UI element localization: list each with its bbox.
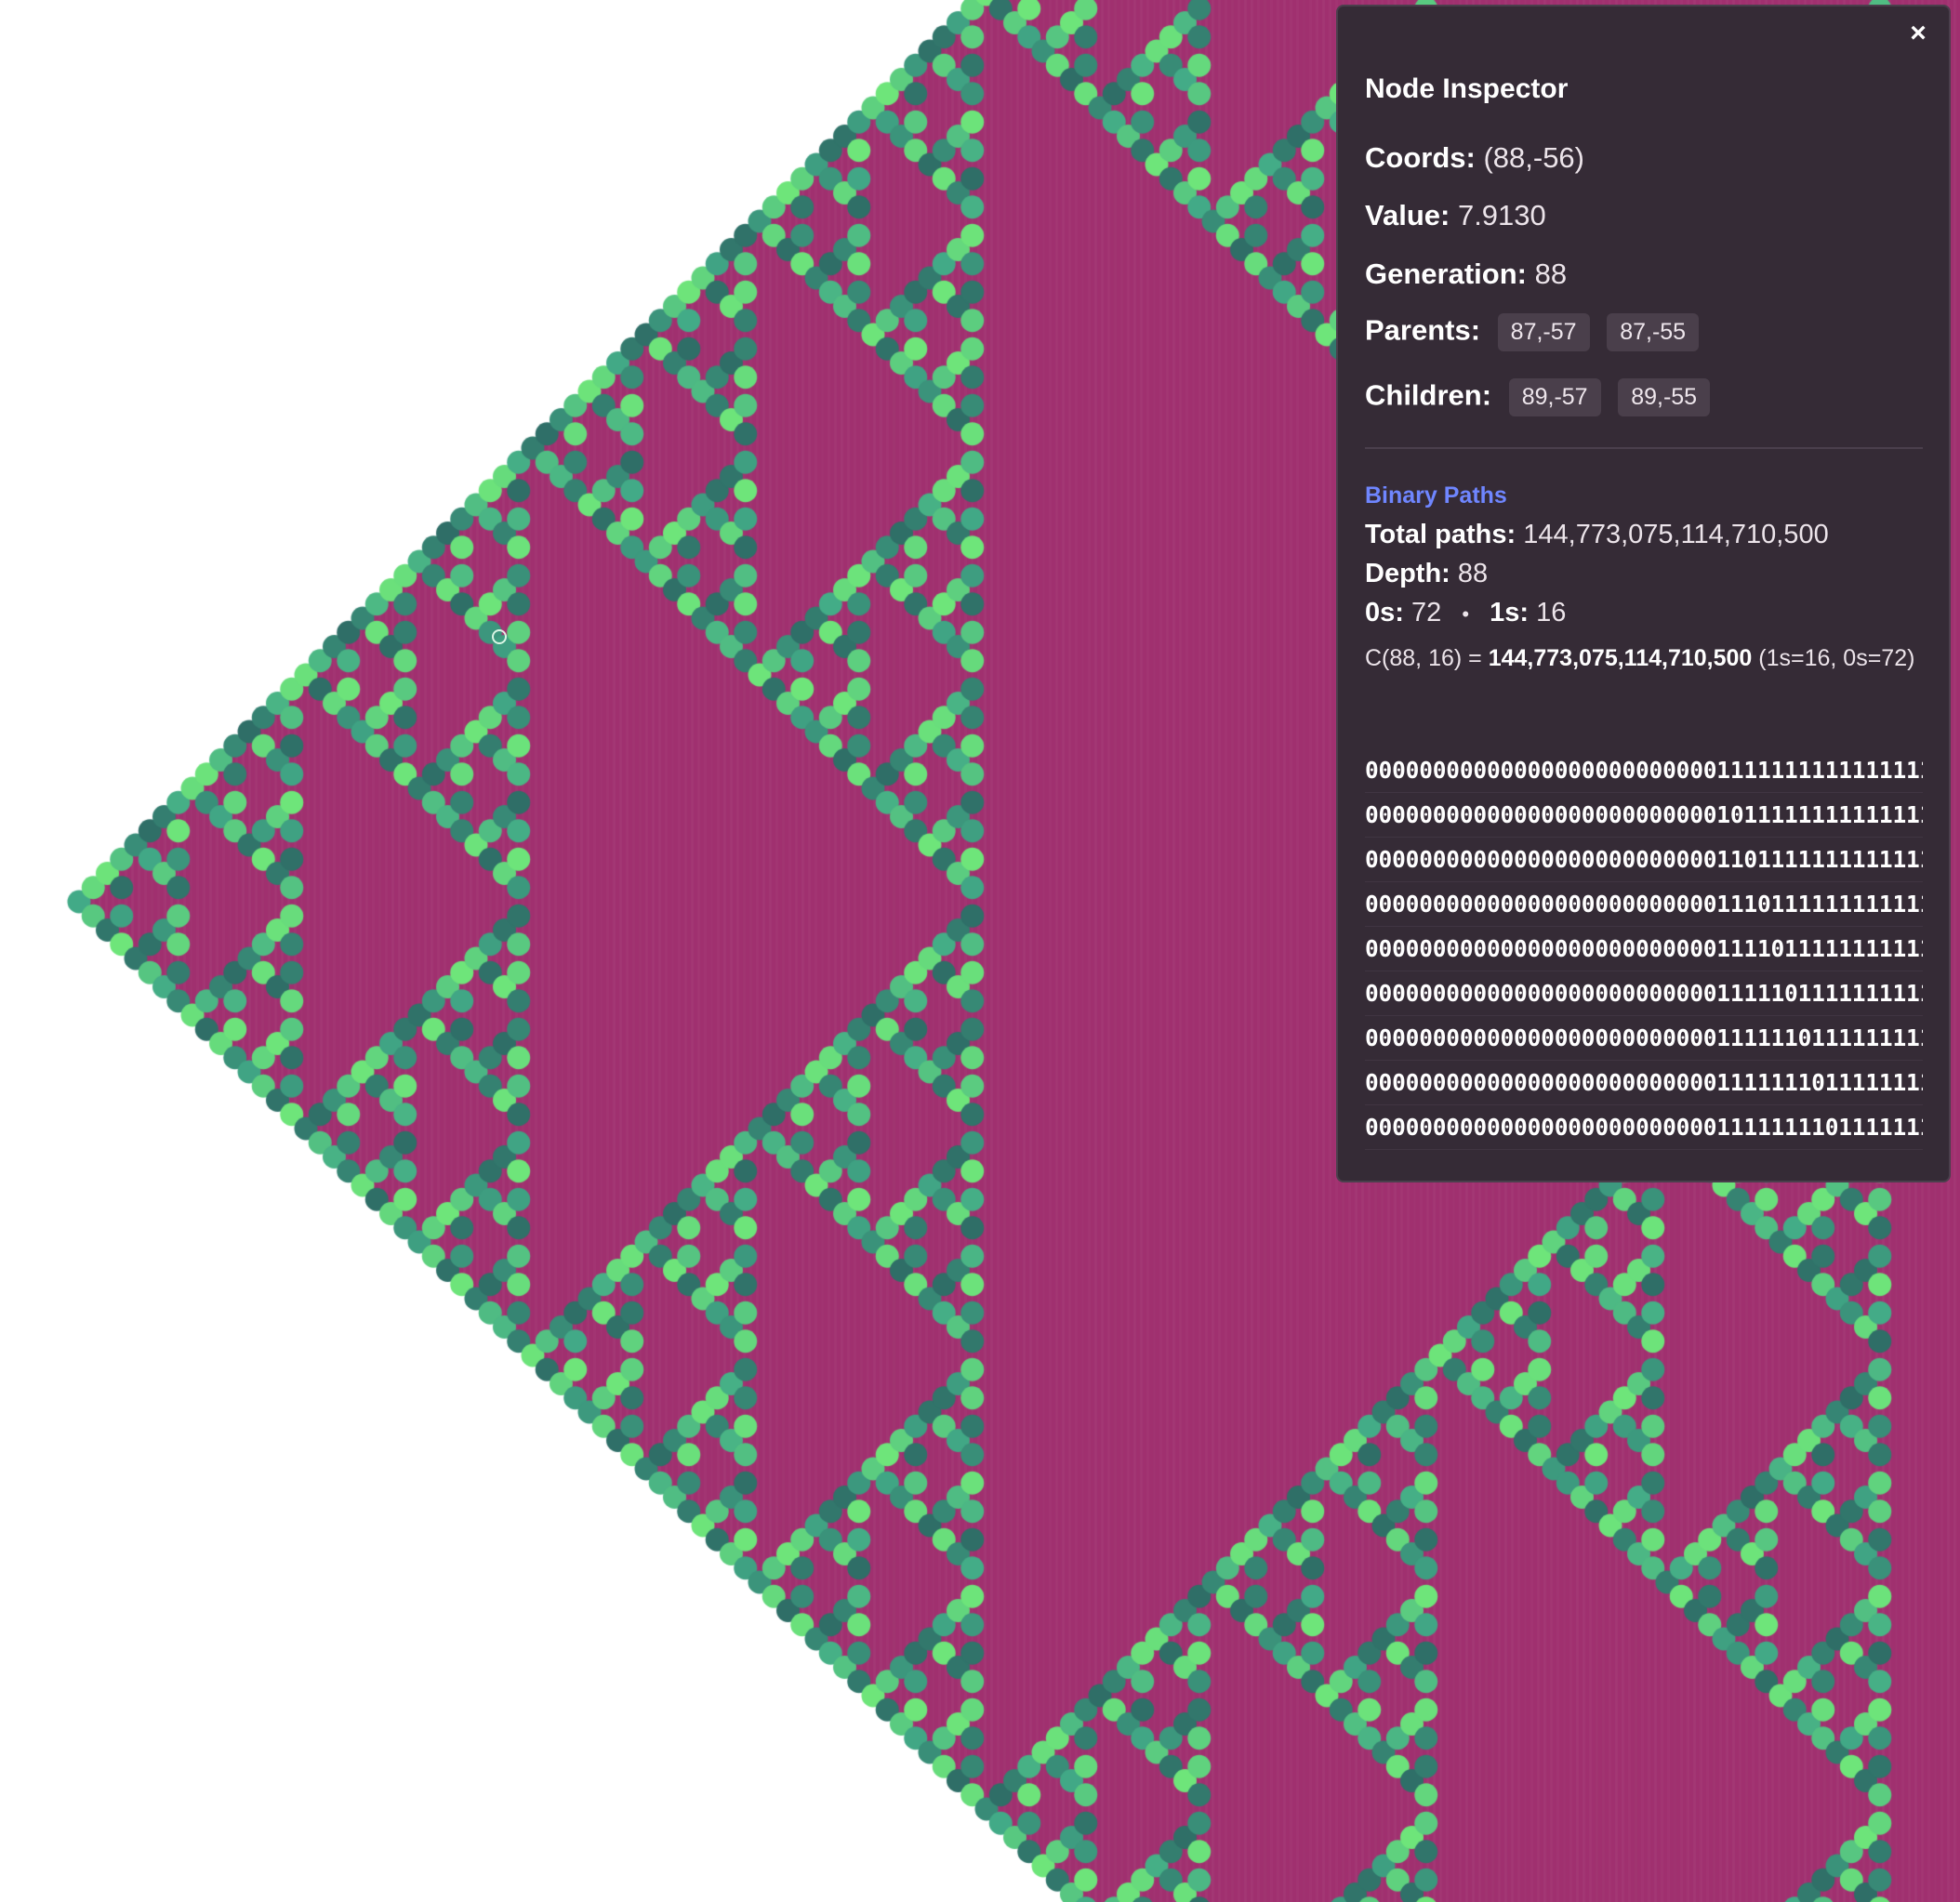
close-button[interactable]: × <box>1902 18 1934 49</box>
divider <box>1365 447 1923 449</box>
binary-path-item[interactable]: 0000000000000000000000000011111011111111… <box>1365 971 1923 1016</box>
separator: • <box>1462 602 1470 626</box>
formula-suffix: (1s=16, 0s=72) <box>1752 645 1915 671</box>
depth-value: 88 <box>1457 559 1489 588</box>
binary-path-item[interactable]: 0000000000000000000000000011111111011111… <box>1365 1105 1923 1150</box>
child-chip[interactable]: 89,-57 <box>1508 378 1601 416</box>
binary-path-item[interactable]: 0000000000000000000000000011111111111111… <box>1365 748 1923 793</box>
depth-label: Depth: <box>1365 559 1450 588</box>
panel-title: Node Inspector <box>1365 73 1569 104</box>
combination-formula: C(88, 16) = 144,773,075,114,710,500 (1s=… <box>1365 643 1923 674</box>
generation-value: 88 <box>1534 258 1568 290</box>
binary-path-item[interactable]: 0000000000000000000000000011011111111111… <box>1365 838 1923 882</box>
coords-value: (88,-56) <box>1483 141 1584 174</box>
ones-value: 16 <box>1536 598 1567 627</box>
total-paths-value: 144,773,075,114,710,500 <box>1523 520 1829 549</box>
value-row: Value: 7.9130 <box>1365 199 1546 232</box>
total-paths-label: Total paths: <box>1365 520 1516 549</box>
coords-row: Coords: (88,-56) <box>1365 141 1584 175</box>
binary-path-item[interactable]: 0000000000000000000000000011111110111111… <box>1365 1061 1923 1105</box>
binary-path-item[interactable]: 0000000000000000000000000010111111111111… <box>1365 793 1923 838</box>
parents-row: Parents: 87,-57 87,-55 <box>1365 313 1700 351</box>
children-label: Children: <box>1365 378 1492 412</box>
binary-paths-heading: Binary Paths <box>1365 482 1507 509</box>
formula-prefix: C(88, 16) = <box>1365 645 1489 671</box>
parent-chip[interactable]: 87,-57 <box>1497 313 1590 351</box>
formula-result: 144,773,075,114,710,500 <box>1488 645 1753 671</box>
binary-path-item[interactable]: 0000000000000000000000000011110111111111… <box>1365 927 1923 971</box>
zeros-label: 0s: <box>1365 598 1404 627</box>
ones-label: 1s: <box>1490 598 1529 627</box>
value-value: 7.9130 <box>1457 199 1546 231</box>
coords-label: Coords: <box>1365 141 1476 174</box>
child-chip[interactable]: 89,-55 <box>1618 378 1711 416</box>
children-row: Children: 89,-57 89,-55 <box>1365 378 1711 416</box>
total-paths-row: Total paths: 144,773,075,114,710,500 <box>1365 520 1829 550</box>
generation-label: Generation: <box>1365 258 1527 290</box>
parent-chip[interactable]: 87,-55 <box>1607 313 1700 351</box>
generation-row: Generation: 88 <box>1365 258 1567 291</box>
zeros-value: 72 <box>1410 598 1442 627</box>
binary-paths-list[interactable]: 0000000000000000000000000011111111111111… <box>1365 748 1923 1157</box>
bit-count-row: 0s: 72 • 1s: 16 <box>1365 598 1566 628</box>
depth-row: Depth: 88 <box>1365 559 1488 589</box>
fractal-viewport[interactable]: × Node Inspector Coords: (88,-56) Value:… <box>0 0 1960 1902</box>
selected-node-marker <box>492 629 507 644</box>
parents-label: Parents: <box>1365 313 1481 347</box>
node-inspector-panel: × Node Inspector Coords: (88,-56) Value:… <box>1336 5 1951 1182</box>
binary-path-item[interactable]: 0000000000000000000000000011101111111111… <box>1365 882 1923 927</box>
binary-path-item[interactable]: 0000000000000000000000000011111101111111… <box>1365 1016 1923 1061</box>
value-label: Value: <box>1365 199 1450 231</box>
